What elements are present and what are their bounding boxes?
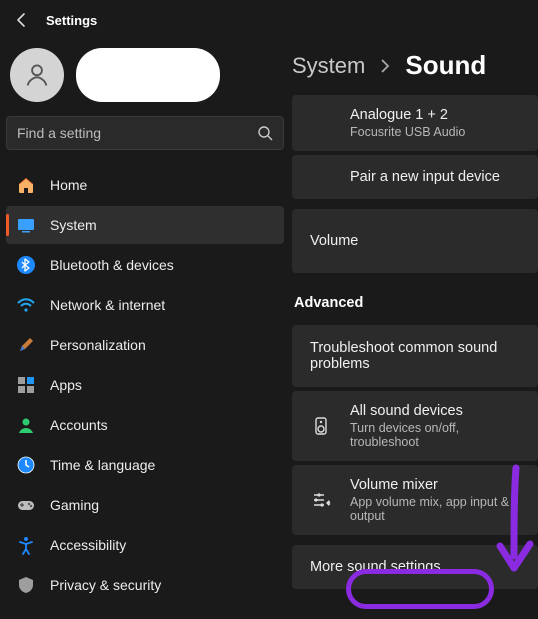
tile-troubleshoot[interactable]: Troubleshoot common sound problems (292, 325, 538, 387)
nav-label: Privacy & security (50, 577, 161, 593)
tile-volume[interactable]: Volume (292, 209, 538, 273)
speaker-icon (310, 415, 332, 437)
nav: Home System Bluetooth & devices (6, 166, 284, 604)
tile-more-sound-settings[interactable]: More sound settings (292, 545, 538, 589)
user-account-row[interactable] (6, 40, 284, 112)
person-icon (23, 61, 51, 89)
search-input[interactable] (7, 125, 247, 141)
sidebar-item-time[interactable]: Time & language (6, 446, 284, 484)
tile-pair-input[interactable]: Pair a new input device (292, 155, 538, 199)
sidebar-item-accessibility[interactable]: Accessibility (6, 526, 284, 564)
sidebar-item-apps[interactable]: Apps (6, 366, 284, 404)
nav-label: Home (50, 177, 87, 193)
tile-title: Volume mixer (350, 477, 524, 493)
tile-sub: App volume mix, app input & output (350, 495, 524, 523)
avatar (10, 48, 64, 102)
accounts-icon (16, 415, 36, 435)
nav-label: Time & language (50, 457, 155, 473)
tile-title: Analogue 1 + 2 (350, 107, 524, 123)
sidebar-item-network[interactable]: Network & internet (6, 286, 284, 324)
apps-icon (16, 375, 36, 395)
sidebar-item-bluetooth[interactable]: Bluetooth & devices (6, 246, 284, 284)
sidebar-item-gaming[interactable]: Gaming (6, 486, 284, 524)
search-button[interactable] (247, 125, 283, 141)
paintbrush-icon (16, 335, 36, 355)
back-arrow-icon (14, 12, 30, 28)
nav-label: System (50, 217, 97, 233)
shield-icon (16, 575, 36, 595)
nav-label: Apps (50, 377, 82, 393)
sidebar-item-personalization[interactable]: Personalization (6, 326, 284, 364)
tile-title: More sound settings (310, 559, 524, 575)
sidebar-item-privacy[interactable]: Privacy & security (6, 566, 284, 604)
bluetooth-icon (16, 255, 36, 275)
user-name-redacted (76, 48, 220, 102)
main-panel: System Sound Analogue 1 + 2 Focusrite US… (290, 36, 538, 619)
sidebar-item-home[interactable]: Home (6, 166, 284, 204)
breadcrumb-parent[interactable]: System (292, 53, 365, 79)
chevron-right-icon (379, 58, 391, 74)
sidebar-item-accounts[interactable]: Accounts (6, 406, 284, 444)
tile-volume-mixer[interactable]: Volume mixer App volume mix, app input &… (292, 465, 538, 535)
search-box[interactable] (6, 116, 284, 150)
tile-all-sound-devices[interactable]: All sound devices Turn devices on/off, t… (292, 391, 538, 461)
home-icon (16, 175, 36, 195)
nav-label: Gaming (50, 497, 99, 513)
tile-sub: Focusrite USB Audio (350, 125, 524, 139)
breadcrumb: System Sound (292, 40, 538, 95)
app-title: Settings (46, 13, 97, 28)
nav-label: Accounts (50, 417, 108, 433)
nav-label: Accessibility (50, 537, 126, 553)
clock-globe-icon (16, 455, 36, 475)
nav-label: Personalization (50, 337, 146, 353)
section-header-advanced: Advanced (292, 277, 538, 321)
search-icon (257, 125, 273, 141)
sidebar: Home System Bluetooth & devices (0, 36, 290, 619)
accessibility-icon (16, 535, 36, 555)
tile-title: Pair a new input device (350, 169, 524, 185)
wifi-icon (16, 295, 36, 315)
tile-sub: Turn devices on/off, troubleshoot (350, 421, 524, 449)
gamepad-icon (16, 495, 36, 515)
mixer-icon (310, 489, 332, 511)
back-button[interactable] (14, 12, 30, 28)
tile-title: Troubleshoot common sound problems (310, 340, 524, 372)
nav-label: Network & internet (50, 297, 165, 313)
sidebar-item-system[interactable]: System (6, 206, 284, 244)
tile-title: Volume (310, 233, 524, 249)
breadcrumb-current: Sound (405, 50, 486, 81)
tile-title: All sound devices (350, 403, 524, 419)
nav-label: Bluetooth & devices (50, 257, 174, 273)
tile-input-device[interactable]: Analogue 1 + 2 Focusrite USB Audio (292, 95, 538, 151)
system-icon (16, 215, 36, 235)
